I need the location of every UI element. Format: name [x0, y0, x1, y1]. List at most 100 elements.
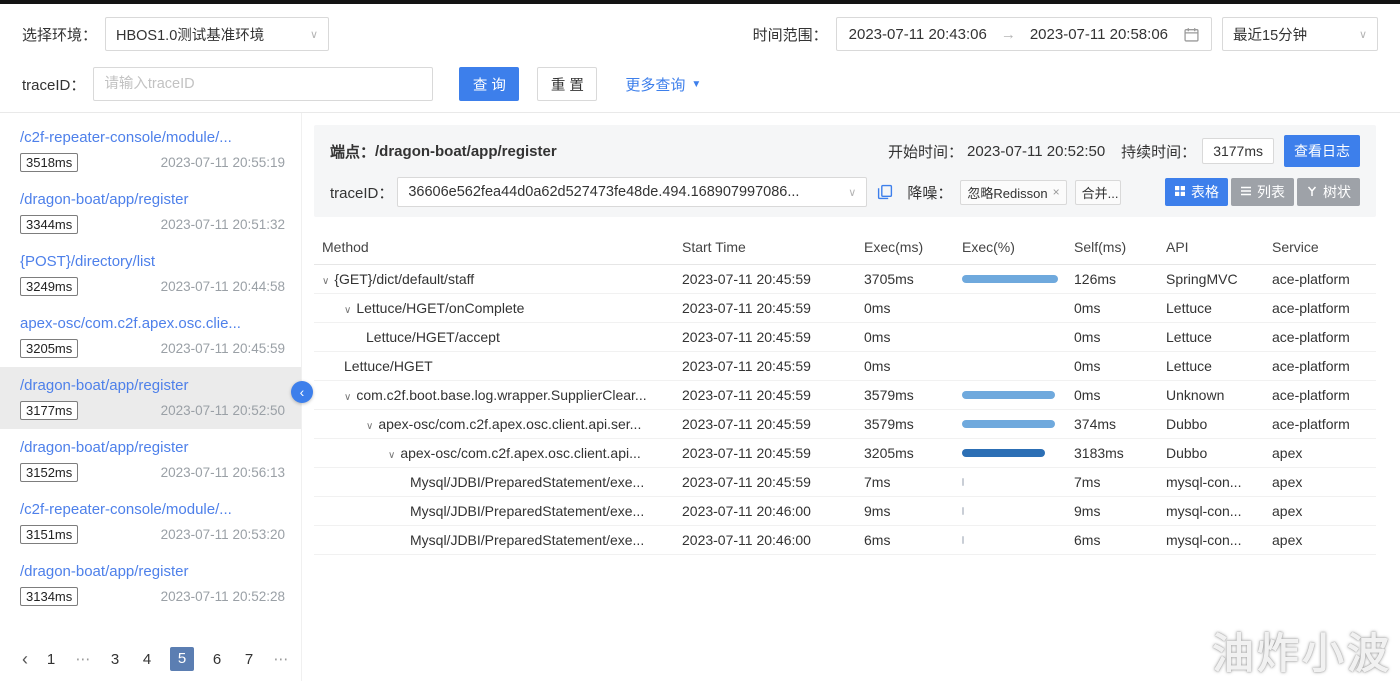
- table-row[interactable]: ∨ com.c2f.boot.base.log.wrapper.SupplierC…: [314, 381, 1376, 410]
- copy-icon[interactable]: [877, 184, 893, 200]
- table-row[interactable]: Mysql/JDBI/PreparedStatement/exe... 2023-…: [314, 526, 1376, 555]
- trace-path-link[interactable]: /dragon-boat/app/register: [20, 439, 285, 456]
- trace-path-link[interactable]: /dragon-boat/app/register: [20, 377, 285, 394]
- duration-badge: 3177ms: [20, 401, 79, 420]
- env-select[interactable]: HBOS1.0测试基准环境 ∨: [105, 17, 330, 51]
- exec-bar: [962, 507, 964, 515]
- trace-list-item[interactable]: /dragon-boat/app/register 3134ms 2023-07-1…: [0, 553, 301, 615]
- view-tree-button[interactable]: 树状: [1297, 178, 1360, 206]
- pagination-page[interactable]: 1: [42, 651, 60, 668]
- table-column-header: Method: [322, 238, 369, 255]
- pagination-prev-icon[interactable]: ‹: [22, 650, 28, 668]
- service-cell: ace-platform: [1272, 329, 1350, 345]
- method-name: Lettuce/HGET/onComplete: [356, 300, 525, 316]
- exec-bar: [962, 478, 964, 486]
- trace-path-link[interactable]: /c2f-repeater-console/module/...: [20, 129, 285, 146]
- chevron-down-icon: ∨: [309, 28, 319, 41]
- pagination-page[interactable]: 7: [240, 651, 258, 668]
- traceid-select[interactable]: 36606e562fea44d0a62d527473fe48de.494.168…: [397, 177, 868, 207]
- duration-value-box: 3177ms: [1202, 138, 1274, 164]
- table-row[interactable]: Lettuce/HGET 2023-07-11 20:45:59 0ms 0ms Let…: [314, 352, 1376, 381]
- detail-header-right: 开始时间： 2023-07-11 20:52:50 持续时间： 3177ms 查…: [888, 135, 1360, 167]
- trace-path-link[interactable]: /dragon-boat/app/register: [20, 563, 285, 580]
- trace-list-item[interactable]: {POST}/directory/list 3249ms 2023-07-11 20…: [0, 243, 301, 305]
- view-list-button[interactable]: 列表: [1231, 178, 1294, 206]
- trace-list-item[interactable]: /c2f-repeater-console/module/... 3151ms 20…: [0, 491, 301, 553]
- trace-meta: 3249ms 2023-07-11 20:44:58: [20, 277, 285, 296]
- time-end-value[interactable]: 2023-07-11 20:58:06: [1030, 26, 1168, 43]
- service-cell: ace-platform: [1272, 271, 1350, 287]
- exec-pct-cell: [962, 478, 1074, 486]
- start-time-value: 2023-07-11 20:52:50: [967, 142, 1106, 160]
- trace-list-item[interactable]: /c2f-repeater-console/module/... 3518ms 20…: [0, 119, 301, 181]
- api-cell: Lettuce: [1166, 300, 1212, 316]
- exec-bar: [962, 420, 1055, 428]
- pagination-page[interactable]: 6: [208, 651, 226, 668]
- trace-sidebar: /c2f-repeater-console/module/... 3518ms 20…: [0, 113, 302, 681]
- start-time-cell: 2023-07-11 20:45:59: [682, 474, 811, 490]
- trace-list-item[interactable]: /dragon-boat/app/register 3177ms 2023-07-1…: [0, 367, 301, 429]
- exec-ms-cell: 7ms: [864, 474, 891, 490]
- exec-ms-cell: 0ms: [864, 358, 891, 374]
- filter-row-traceid: traceID： 查 询 重 置 更多查询 ▼: [22, 66, 1378, 102]
- view-table-button[interactable]: 表格: [1165, 178, 1228, 206]
- table-row[interactable]: ∨ {GET}/dict/default/staff 2023-07-11 20:4…: [314, 265, 1376, 294]
- api-cell: Lettuce: [1166, 358, 1212, 374]
- table-row[interactable]: ∨ Lettuce/HGET/onComplete 2023-07-11 20:45…: [314, 294, 1376, 323]
- trace-detail-main: 端点： /dragon-boat/app/register 开始时间： 2023…: [302, 113, 1400, 681]
- method-name: Lettuce/HGET: [344, 358, 433, 374]
- more-query-link[interactable]: 更多查询 ▼: [625, 74, 701, 95]
- trace-path-link[interactable]: /c2f-repeater-console/module/...: [20, 501, 285, 518]
- trace-path-link[interactable]: apex-osc/com.c2f.apex.osc.clie...: [20, 315, 285, 332]
- exec-ms-cell: 3705ms: [864, 271, 914, 287]
- trace-list-item[interactable]: apex-osc/com.c2f.apex.osc.clie... 3205ms 2…: [0, 305, 301, 367]
- trace-list-item[interactable]: /dragon-boat/app/register 3152ms 2023-07-1…: [0, 429, 301, 491]
- trace-meta: 3205ms 2023-07-11 20:45:59: [20, 339, 285, 358]
- trace-timestamp: 2023-07-11 20:45:59: [160, 341, 285, 356]
- table-row[interactable]: Lettuce/HGET/accept 2023-07-11 20:45:59 0m…: [314, 323, 1376, 352]
- table-row[interactable]: ∨ apex-osc/com.c2f.apex.osc.client.api.se…: [314, 410, 1376, 439]
- service-cell: apex: [1272, 532, 1303, 548]
- trace-meta: 3344ms 2023-07-11 20:51:32: [20, 215, 285, 234]
- expand-caret-icon[interactable]: ∨: [366, 421, 373, 432]
- method-cell: Mysql/JDBI/PreparedStatement/exe...: [314, 474, 682, 490]
- pagination-ellipsis[interactable]: ⋯: [74, 650, 92, 668]
- pagination-page[interactable]: 3: [106, 651, 124, 668]
- grid-icon: [1174, 184, 1186, 200]
- method-name: apex-osc/com.c2f.apex.osc.client.api.ser…: [378, 416, 642, 432]
- view-tree-label: 树状: [1323, 184, 1351, 200]
- exec-pct-cell: [962, 507, 1074, 515]
- view-log-button[interactable]: 查看日志: [1284, 135, 1360, 167]
- exec-ms-cell: 3579ms: [864, 416, 914, 432]
- trace-path-link[interactable]: /dragon-boat/app/register: [20, 191, 285, 208]
- self-ms-cell: 374ms: [1074, 416, 1117, 432]
- view-table-label: 表格: [1191, 184, 1219, 200]
- table-row[interactable]: ∨ apex-osc/com.c2f.apex.osc.client.api...…: [314, 439, 1376, 468]
- table-row[interactable]: Mysql/JDBI/PreparedStatement/exe... 2023-…: [314, 468, 1376, 497]
- traceid-input[interactable]: [93, 67, 434, 101]
- reset-button[interactable]: 重 置: [537, 67, 598, 101]
- expand-caret-icon[interactable]: ∨: [344, 392, 351, 403]
- query-button[interactable]: 查 询: [459, 67, 520, 101]
- pagination-ellipsis[interactable]: ⋯: [272, 650, 290, 668]
- noise-tag-label: 忽略Redisson: [967, 185, 1048, 201]
- trace-meta: 3177ms 2023-07-11 20:52:50: [20, 401, 285, 420]
- self-ms-cell: 0ms: [1074, 358, 1101, 374]
- traceid-select-value: 36606e562fea44d0a62d527473fe48de.494.168…: [408, 184, 800, 200]
- time-start-value[interactable]: 2023-07-11 20:43:06: [849, 26, 987, 43]
- table-row[interactable]: Mysql/JDBI/PreparedStatement/exe... 2023-…: [314, 497, 1376, 526]
- sidebar-collapse-button[interactable]: ‹: [291, 381, 313, 403]
- trace-list-item[interactable]: /dragon-boat/app/register 3344ms 2023-07-1…: [0, 181, 301, 243]
- pagination-page[interactable]: 4: [138, 651, 156, 668]
- close-icon[interactable]: ×: [1053, 185, 1060, 199]
- time-preset-select[interactable]: 最近15分钟 ∨: [1222, 17, 1378, 51]
- trace-table-header: Method Start Time Exec(ms) Exec(%) Self(ms) A…: [314, 229, 1376, 265]
- method-cell: ∨ com.c2f.boot.base.log.wrapper.SupplierC…: [314, 387, 682, 403]
- expand-caret-icon[interactable]: ∨: [388, 450, 395, 461]
- expand-caret-icon[interactable]: ∨: [322, 276, 329, 287]
- duration-badge: 3134ms: [20, 587, 79, 606]
- expand-caret-icon[interactable]: ∨: [344, 305, 351, 316]
- pagination-page[interactable]: 5: [170, 647, 194, 671]
- trace-path-link[interactable]: {POST}/directory/list: [20, 253, 285, 270]
- time-range-picker[interactable]: 2023-07-11 20:43:06 → 2023-07-11 20:58:0…: [835, 17, 1212, 51]
